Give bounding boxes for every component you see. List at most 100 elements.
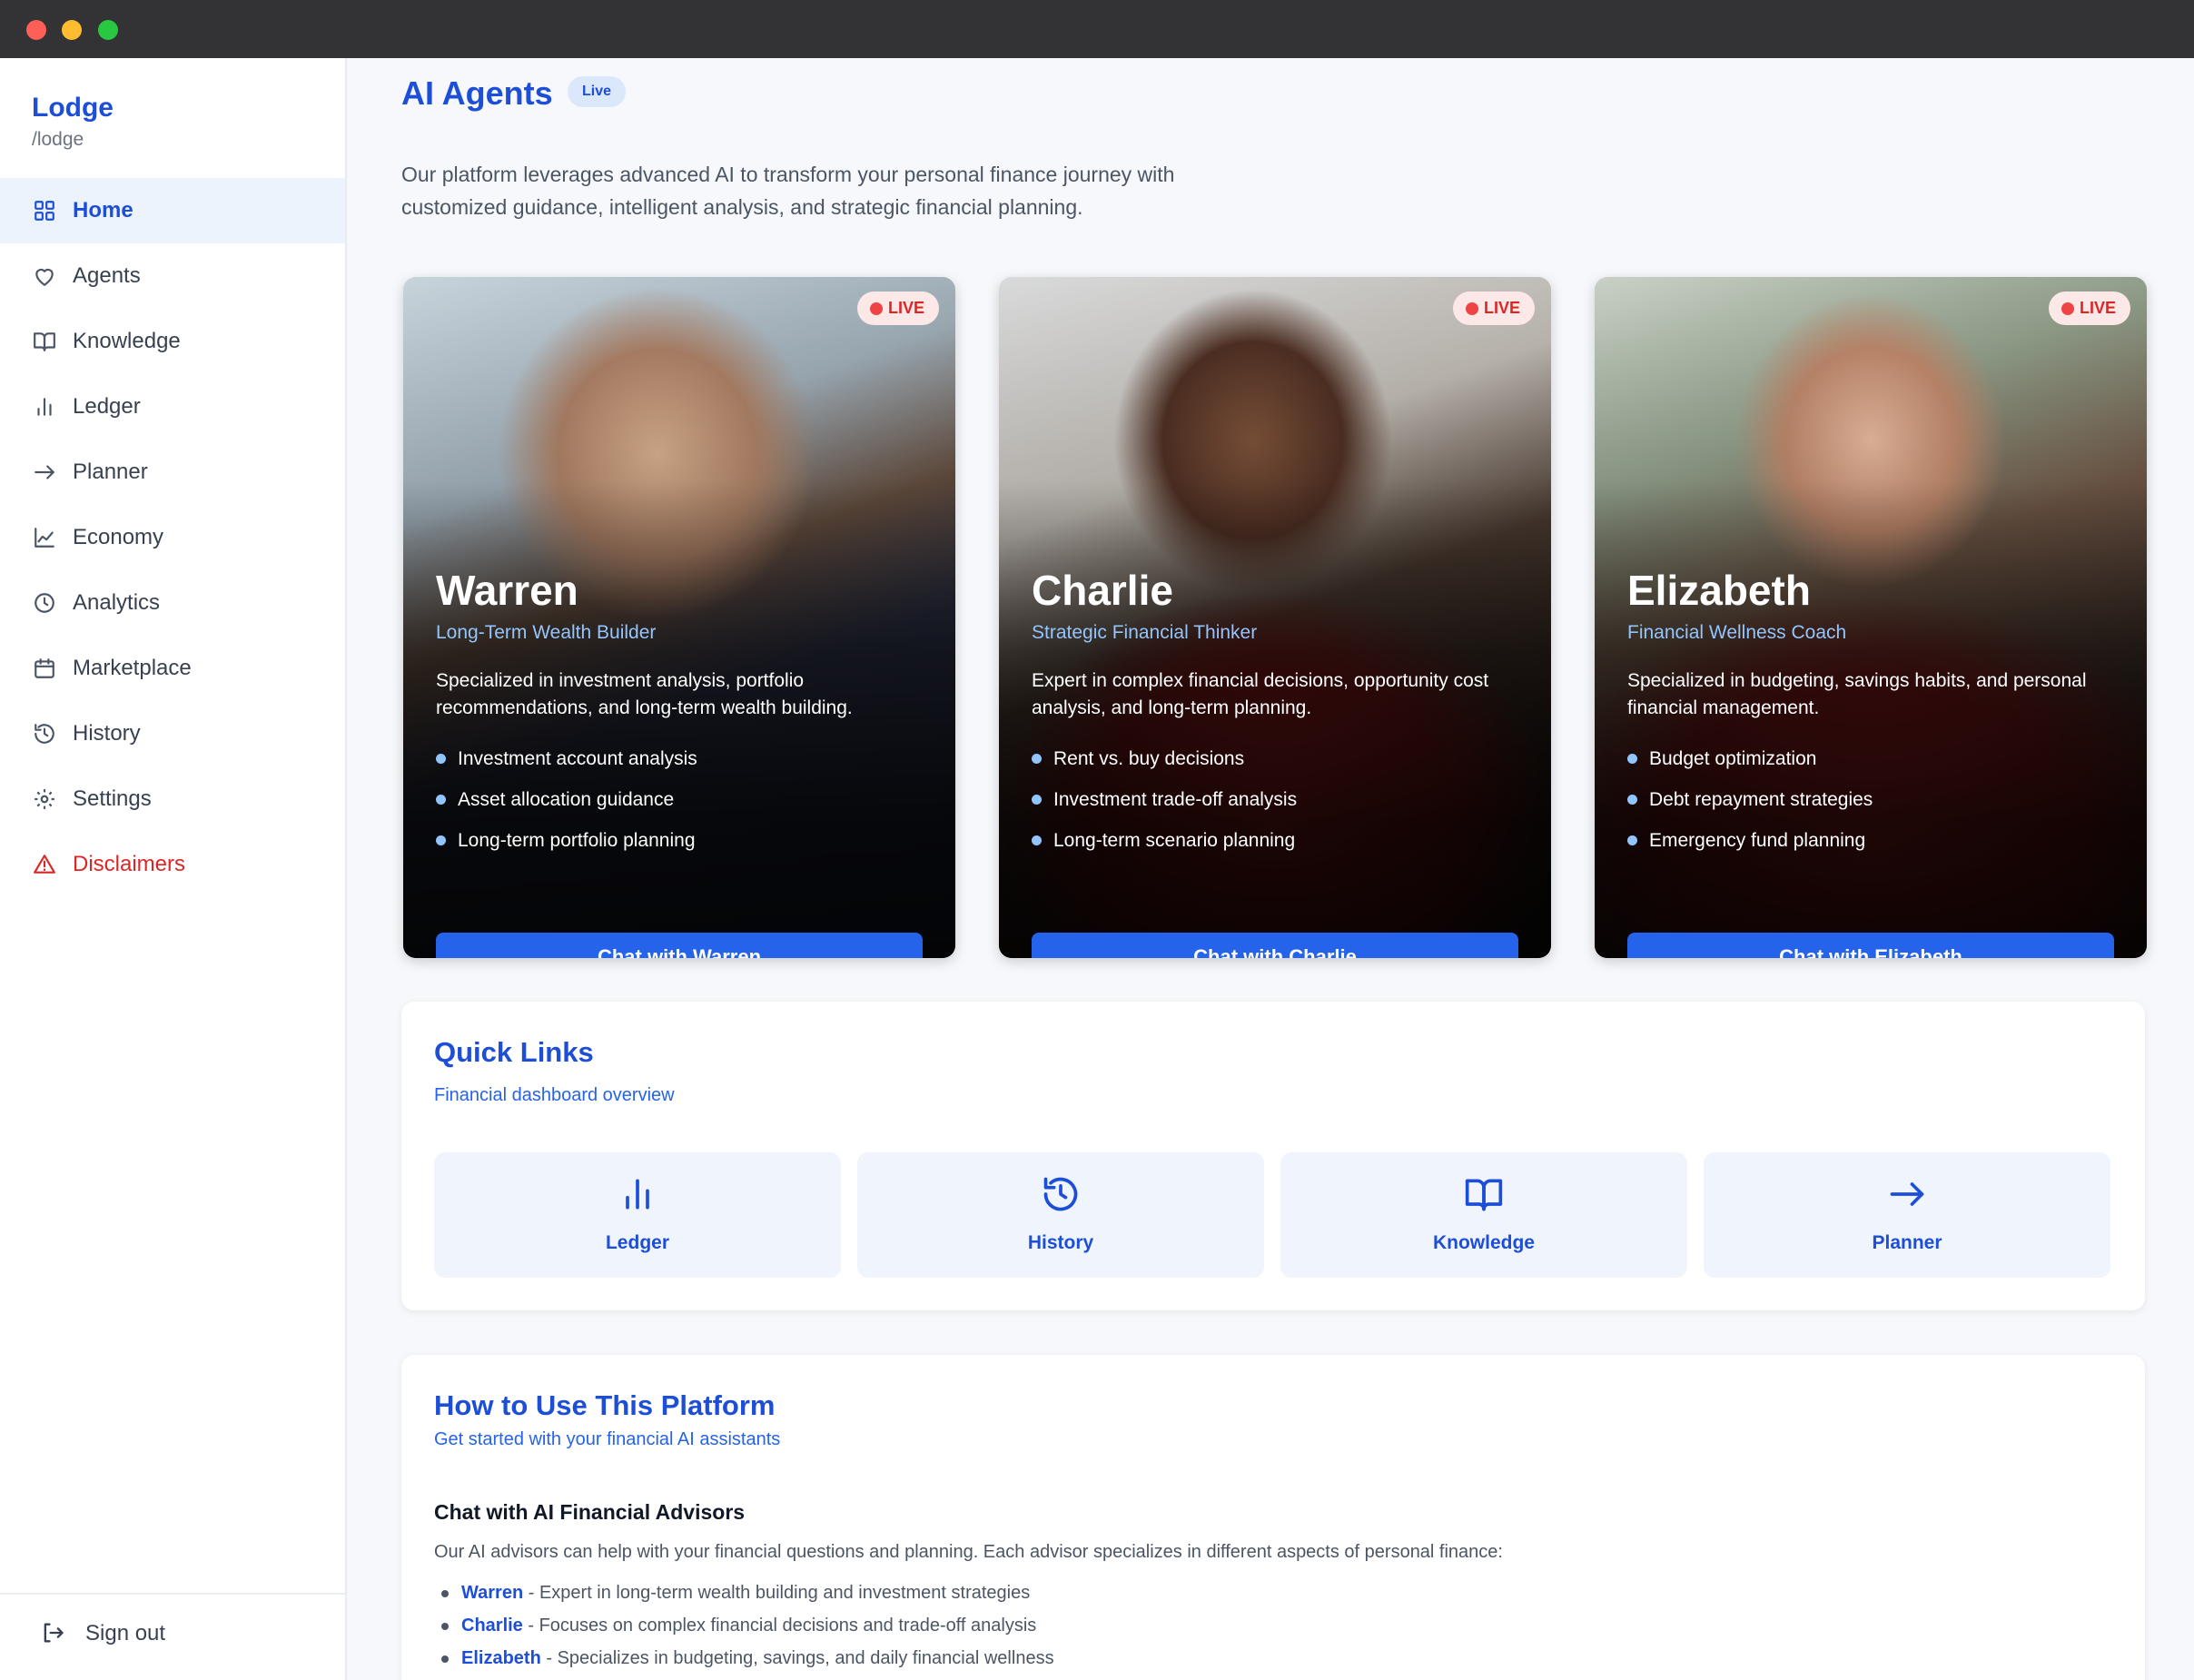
chat-with-charlie-button[interactable]: Chat with Charlie: [1032, 933, 1518, 958]
agent-description: Expert in complex financial decisions, o…: [1032, 670, 1489, 718]
sidebar-item-knowledge[interactable]: Knowledge: [0, 309, 345, 374]
advisor-summary: - Specializes in budgeting, savings, and…: [540, 1648, 1054, 1668]
how-to-heading: Chat with AI Financial Advisors: [434, 1500, 746, 1524]
brand-title[interactable]: Lodge: [32, 93, 114, 124]
warning-icon: [31, 851, 58, 878]
agent-card-charlie: LIVE Charlie Strategic Financial Thinker…: [999, 277, 1551, 958]
sidebar-item-history[interactable]: History: [0, 701, 345, 766]
clock-icon: [31, 589, 58, 617]
sidebar-item-disclaimers[interactable]: Disclaimers: [0, 832, 345, 897]
book-icon: [31, 328, 58, 355]
advisor-link-warren[interactable]: Warren: [461, 1583, 523, 1603]
agent-role: Strategic Financial Thinker: [1032, 622, 1258, 643]
agent-info: Charlie Strategic Financial Thinker Expe…: [1032, 566, 1518, 861]
quick-links-subtitle: Financial dashboard overview: [434, 1085, 675, 1105]
quick-links-title: Quick Links: [434, 1036, 594, 1068]
live-status-badge: Live: [568, 76, 627, 107]
advisor-summary: - Expert in long-term wealth building an…: [523, 1583, 1031, 1603]
agent-info: Warren Long-Term Wealth Builder Speciali…: [436, 566, 923, 861]
gear-icon: [31, 786, 58, 813]
quick-link-label: Knowledge: [1432, 1232, 1535, 1253]
advisor-list-item: Elizabeth - Specializes in budgeting, sa…: [434, 1642, 1054, 1675]
how-to-subtitle: Get started with your financial AI assis…: [434, 1429, 781, 1449]
sidebar-item-analytics[interactable]: Analytics: [0, 570, 345, 636]
calendar-icon: [31, 655, 58, 682]
quick-link-ledger[interactable]: Ledger: [434, 1152, 841, 1278]
sidebar-item-marketplace[interactable]: Marketplace: [0, 636, 345, 701]
agent-capabilities: Rent vs. buy decisions Investment trade-…: [1032, 738, 1518, 861]
quick-link-label: Ledger: [605, 1232, 669, 1253]
advisor-link-elizabeth[interactable]: Elizabeth: [461, 1648, 541, 1668]
agent-capability: Long-term scenario planning: [1032, 820, 1518, 861]
brand-subtitle: /lodge: [32, 129, 84, 150]
sign-out-button[interactable]: Sign out: [40, 1620, 165, 1647]
sidebar-footer: Sign out: [0, 1593, 345, 1680]
agent-name: Charlie: [1032, 567, 1173, 614]
agent-capability: Long-term portfolio planning: [436, 820, 923, 861]
agent-live-badge: LIVE: [2048, 292, 2130, 325]
sidebar-item-settings[interactable]: Settings: [0, 766, 345, 832]
close-window-button[interactable]: [26, 20, 46, 40]
sidebar-item-label: Settings: [73, 786, 152, 811]
quick-links-panel: Quick Links Financial dashboard overview…: [401, 1002, 2145, 1310]
agent-capability: Rent vs. buy decisions: [1032, 738, 1518, 779]
grid-icon: [31, 197, 58, 224]
quick-link-knowledge[interactable]: Knowledge: [1280, 1152, 1687, 1278]
sidebar-item-label: History: [73, 721, 141, 746]
main-content: AI Agents Live Our platform leverages ad…: [347, 58, 2194, 1680]
sidebar-item-label: Agents: [73, 263, 141, 288]
how-to-panel: How to Use This Platform Get started wit…: [401, 1355, 2145, 1680]
history-icon: [1041, 1174, 1081, 1214]
line-chart-icon: [31, 524, 58, 551]
sidebar-item-label: Ledger: [73, 394, 141, 419]
sidebar-item-economy[interactable]: Economy: [0, 505, 345, 570]
sidebar-item-label: Home: [73, 198, 133, 222]
quick-link-label: Planner: [1872, 1232, 1942, 1253]
sidebar-item-label: Disclaimers: [73, 852, 186, 876]
agent-capability: Asset allocation guidance: [436, 779, 923, 820]
heart-icon: [31, 262, 58, 290]
sidebar-item-ledger[interactable]: Ledger: [0, 374, 345, 440]
bar-chart-icon: [618, 1174, 657, 1214]
agent-live-badge: LIVE: [1452, 292, 1535, 325]
agent-capability: Emergency fund planning: [1627, 820, 2114, 861]
agent-capability: Budget optimization: [1627, 738, 2114, 779]
sidebar-item-planner[interactable]: Planner: [0, 440, 345, 505]
advisor-list-item: Warren - Expert in long-term wealth buil…: [434, 1576, 1054, 1609]
agent-role: Long-Term Wealth Builder: [436, 622, 657, 643]
sidebar-nav: Home Agents Knowledge Ledger Planner Eco…: [0, 178, 345, 897]
quick-link-planner[interactable]: Planner: [1704, 1152, 2110, 1278]
agent-info: Elizabeth Financial Wellness Coach Speci…: [1627, 566, 2114, 861]
agent-name: Elizabeth: [1627, 567, 1811, 614]
arrow-right-icon: [1887, 1174, 1927, 1214]
advisor-list-item: Charlie - Focuses on complex financial d…: [434, 1609, 1054, 1642]
page-title: AI Agents: [401, 74, 553, 112]
agent-role: Financial Wellness Coach: [1627, 622, 1847, 643]
sidebar-item-label: Planner: [73, 460, 148, 484]
sidebar-item-label: Economy: [73, 525, 164, 549]
agent-description: Specialized in investment analysis, port…: [436, 670, 853, 718]
book-icon: [1464, 1174, 1504, 1214]
sign-out-label: Sign out: [85, 1621, 166, 1645]
agent-capability: Debt repayment strategies: [1627, 779, 2114, 820]
how-to-title: How to Use This Platform: [434, 1389, 776, 1421]
quick-link-history[interactable]: History: [857, 1152, 1264, 1278]
minimize-window-button[interactable]: [62, 20, 82, 40]
sidebar-item-label: Marketplace: [73, 656, 192, 680]
sidebar-item-agents[interactable]: Agents: [0, 243, 345, 309]
advisor-summary: - Focuses on complex financial decisions…: [522, 1616, 1037, 1636]
agent-capability: Investment trade-off analysis: [1032, 779, 1518, 820]
sidebar-item-home[interactable]: Home: [0, 178, 345, 243]
window-titlebar: [0, 0, 2194, 58]
sign-out-icon: [40, 1620, 67, 1647]
chat-with-warren-button[interactable]: Chat with Warren: [436, 933, 923, 958]
maximize-window-button[interactable]: [98, 20, 118, 40]
intro-text: Our platform leverages advanced AI to tr…: [401, 163, 1175, 219]
agent-name: Warren: [436, 567, 578, 614]
agent-card-elizabeth: LIVE Elizabeth Financial Wellness Coach …: [1595, 277, 2147, 958]
arrow-right-icon: [31, 459, 58, 486]
chat-with-elizabeth-button[interactable]: Chat with Elizabeth: [1627, 933, 2114, 958]
agent-capabilities: Budget optimization Debt repayment strat…: [1627, 738, 2114, 861]
quick-link-label: History: [1027, 1232, 1094, 1253]
advisor-link-charlie[interactable]: Charlie: [461, 1616, 523, 1636]
